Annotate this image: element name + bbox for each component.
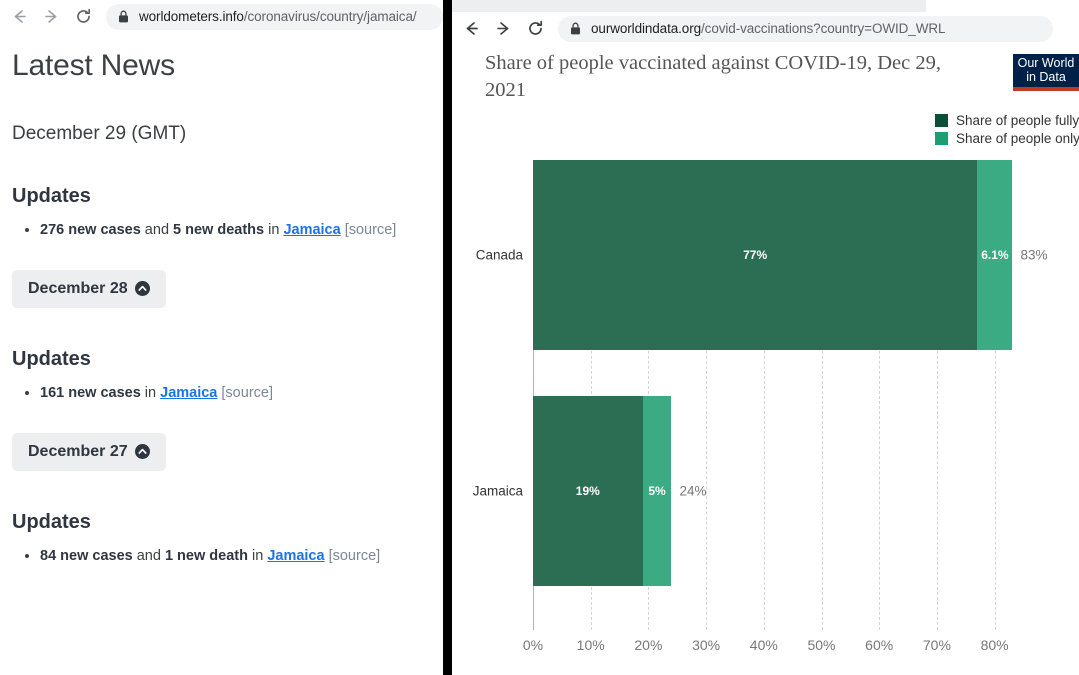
- legend-swatch: [935, 114, 948, 127]
- tab-strip: [452, 0, 926, 12]
- chevron-up-circle-icon: [135, 281, 150, 296]
- screenshot-root: worldometers.info/coronavirus/country/ja…: [0, 0, 1079, 675]
- update-list: 84 new cases and 1 new death in Jamaica …: [12, 546, 431, 568]
- source-link[interactable]: [source]: [221, 385, 273, 401]
- logo-line-1: Our World: [1018, 57, 1075, 71]
- country-link[interactable]: Jamaica: [267, 548, 324, 564]
- cases-stat: 161 new cases: [40, 385, 141, 401]
- list-item: 276 new cases and 5 new deaths in Jamaic…: [40, 220, 431, 242]
- legend-item-partly-vaccinated[interactable]: Share of people only partly vaccinated a…: [935, 131, 1079, 146]
- country-link[interactable]: Jamaica: [283, 222, 340, 238]
- reload-icon[interactable]: [522, 16, 548, 42]
- cases-stat: 84 new cases: [40, 548, 133, 564]
- source-link[interactable]: [source]: [329, 548, 381, 564]
- country-link[interactable]: Jamaica: [160, 385, 217, 401]
- lock-icon: [118, 10, 129, 23]
- back-arrow-icon[interactable]: [458, 16, 484, 42]
- left-url-path: /coronavirus/country/jamaica/: [244, 9, 417, 24]
- legend-label: Share of people only partly vaccinated a…: [956, 131, 1079, 146]
- back-arrow-icon[interactable]: [6, 4, 32, 30]
- reload-icon[interactable]: [70, 4, 96, 30]
- connector-text: and: [141, 222, 173, 238]
- list-item: 84 new cases and 1 new death in Jamaica …: [40, 546, 431, 568]
- forward-arrow-icon[interactable]: [490, 16, 516, 42]
- date-toggle-december-28[interactable]: December 28: [12, 270, 166, 308]
- chart-header: Share of people vaccinated against COVID…: [485, 50, 1079, 104]
- legend-label: Share of people fully vaccinated against…: [956, 113, 1079, 128]
- date-toggle-december-27[interactable]: December 27: [12, 433, 166, 471]
- updates-heading: Updates: [12, 348, 431, 371]
- chart-title: Share of people vaccinated against COVID…: [485, 50, 955, 104]
- update-list: 161 new cases in Jamaica [source]: [12, 383, 431, 405]
- update-list: 276 new cases and 5 new deaths in Jamaic…: [12, 220, 431, 242]
- in-text: in: [248, 548, 267, 564]
- chevron-up-circle-icon: [135, 444, 150, 459]
- our-world-in-data-logo[interactable]: Our World in Data: [1013, 54, 1079, 91]
- date-toggle-label: December 27: [28, 443, 128, 461]
- forward-arrow-icon[interactable]: [38, 4, 64, 30]
- lock-icon: [570, 22, 581, 35]
- left-address-bar[interactable]: worldometers.info/coronavirus/country/ja…: [106, 4, 443, 30]
- date-toggle-label: December 28: [28, 280, 128, 298]
- pane-divider: [443, 0, 452, 675]
- deaths-stat: 5 new deaths: [173, 222, 264, 238]
- left-url-text: worldometers.info/coronavirus/country/ja…: [139, 9, 417, 24]
- updates-heading: Updates: [12, 511, 431, 534]
- in-text: in: [264, 222, 283, 238]
- cases-stat: 276 new cases: [40, 222, 141, 238]
- right-browser-pane: ourworldindata.org/covid-vaccinations?co…: [452, 0, 1079, 675]
- legend-item-fully-vaccinated[interactable]: Share of people fully vaccinated against…: [935, 113, 1079, 128]
- right-url-path: /covid-vaccinations?country=OWID_WRL: [701, 21, 945, 36]
- logo-line-2: in Data: [1026, 71, 1066, 85]
- updates-heading: Updates: [12, 185, 431, 208]
- right-address-bar[interactable]: ourworldindata.org/covid-vaccinations?co…: [558, 16, 1053, 42]
- connector-text: and: [133, 548, 165, 564]
- left-page-body: Latest News December 29 (GMT) Updates 27…: [0, 49, 443, 567]
- right-browser-toolbar: ourworldindata.org/covid-vaccinations?co…: [452, 12, 1079, 45]
- right-url-text: ourworldindata.org/covid-vaccinations?co…: [591, 21, 945, 36]
- deaths-stat: 1 new death: [165, 548, 248, 564]
- page-title: Latest News: [12, 49, 431, 83]
- source-link[interactable]: [source]: [345, 222, 397, 238]
- chart-legend: Share of people fully vaccinated against…: [935, 113, 1079, 149]
- in-text: in: [141, 385, 160, 401]
- list-item: 161 new cases in Jamaica [source]: [40, 383, 431, 405]
- current-date-heading: December 29 (GMT): [12, 123, 431, 145]
- left-url-domain: worldometers.info: [139, 9, 244, 24]
- legend-swatch: [935, 132, 948, 145]
- right-url-domain: ourworldindata.org: [591, 21, 701, 36]
- left-browser-toolbar: worldometers.info/coronavirus/country/ja…: [0, 0, 443, 33]
- left-browser-pane: worldometers.info/coronavirus/country/ja…: [0, 0, 443, 675]
